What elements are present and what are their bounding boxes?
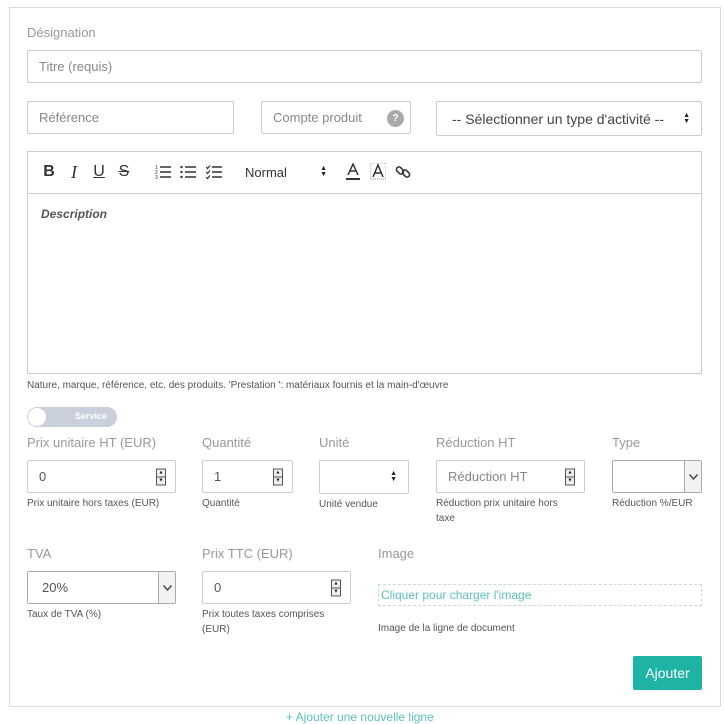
- prix-ttc-help-line1: Prix toutes taxes comprises: [202, 609, 325, 620]
- help-icon[interactable]: ?: [387, 110, 404, 127]
- quantite-label: Quantité: [202, 435, 252, 450]
- compte-produit-placeholder: Compte produit: [273, 110, 362, 125]
- tva-help: Taux de TVA (%): [27, 609, 102, 620]
- spinner-icon[interactable]: ▲ ▼: [156, 468, 166, 485]
- title-input[interactable]: Titre (requis): [27, 50, 702, 83]
- select-arrows-icon: ▲ ▼: [683, 111, 690, 125]
- description-help: Nature, marque, référence, etc. des prod…: [27, 380, 449, 391]
- spinner-icon[interactable]: ▲ ▼: [565, 468, 575, 485]
- image-label: Image: [378, 546, 415, 561]
- prix-ttc-value: 0: [214, 580, 222, 595]
- editor-toolbar: B I U S 123 Normal ▲ ▼: [28, 152, 701, 194]
- chevron-down-icon: [684, 461, 701, 492]
- prix-ttc-input[interactable]: 0 ▲ ▼: [202, 571, 351, 604]
- link-icon[interactable]: [394, 164, 412, 180]
- ordered-list-icon[interactable]: 123: [154, 164, 172, 180]
- text-color-icon[interactable]: [344, 163, 362, 180]
- reduction-label: Réduction HT: [436, 435, 516, 450]
- designation-label: Désignation: [27, 25, 96, 40]
- activity-type-value: -- Sélectionner un type d'activité --: [452, 110, 664, 127]
- strike-icon[interactable]: S: [115, 163, 133, 180]
- reduction-help-line1: Réduction prix unitaire hors: [436, 498, 558, 509]
- prix-ttc-help: Prix toutes taxes comprises (EUR): [202, 607, 324, 637]
- reduction-help: Réduction prix unitaire hors taxe: [436, 496, 558, 526]
- spinner-icon[interactable]: ▲ ▼: [273, 468, 283, 485]
- tva-value: 20%: [42, 580, 69, 595]
- chevron-down-icon: [158, 572, 175, 603]
- reference-input[interactable]: Référence: [27, 101, 234, 134]
- type-label: Type: [612, 435, 641, 450]
- reduction-placeholder: Réduction HT: [448, 469, 528, 484]
- prix-unitaire-help: Prix unitaire hors taxes (EUR): [27, 498, 160, 509]
- image-upload-link[interactable]: Cliquer pour charger l'image: [378, 584, 702, 606]
- select-arrows-icon: ▲ ▼: [390, 470, 397, 483]
- bullet-list-icon[interactable]: [179, 164, 197, 180]
- compte-produit-input[interactable]: Compte produit ?: [261, 101, 411, 134]
- prix-unitaire-input[interactable]: 0 ▲ ▼: [27, 460, 176, 493]
- svg-text:3: 3: [155, 175, 158, 180]
- bold-icon[interactable]: B: [40, 163, 58, 180]
- toggle-knob: [28, 408, 46, 426]
- reduction-input[interactable]: Réduction HT ▲ ▼: [436, 460, 585, 493]
- reduction-help-line2: taxe: [436, 513, 455, 524]
- spinner-icon[interactable]: ▲ ▼: [331, 579, 341, 596]
- prix-ttc-label: Prix TTC (EUR): [202, 546, 293, 561]
- prix-unitaire-label: Prix unitaire HT (EUR): [27, 435, 157, 450]
- activity-type-select[interactable]: -- Sélectionner un type d'activité -- ▲ ▼: [436, 101, 702, 136]
- unite-select[interactable]: ▲ ▼: [319, 460, 409, 494]
- description-placeholder[interactable]: Description: [41, 207, 107, 221]
- tva-select[interactable]: 20%: [27, 571, 176, 604]
- quantite-help: Quantité: [202, 498, 240, 509]
- underline-icon[interactable]: U: [90, 163, 108, 180]
- unite-help: Unité vendue: [319, 499, 378, 510]
- prix-ttc-help-line2: (EUR): [202, 624, 230, 635]
- image-help: Image de la ligne de document: [378, 623, 515, 634]
- quantite-input[interactable]: 1 ▲ ▼: [202, 460, 293, 493]
- ajouter-button[interactable]: Ajouter: [633, 656, 702, 690]
- unite-label: Unité: [319, 435, 350, 450]
- select-arrows-icon: ▲ ▼: [320, 165, 327, 178]
- italic-icon[interactable]: I: [65, 162, 83, 182]
- service-toggle[interactable]: Service: [27, 407, 117, 427]
- description-editor: B I U S 123 Normal ▲ ▼ Description: [27, 151, 702, 374]
- toggle-label: Service: [75, 411, 108, 421]
- type-help: Réduction %/EUR: [612, 498, 693, 509]
- type-select[interactable]: [612, 460, 702, 493]
- tva-label: TVA: [27, 546, 52, 561]
- prix-unitaire-value: 0: [39, 469, 47, 484]
- background-color-icon[interactable]: [369, 163, 387, 180]
- check-list-icon[interactable]: [205, 164, 223, 180]
- heading-select[interactable]: Normal ▲ ▼: [245, 163, 327, 181]
- quantite-value: 1: [214, 469, 222, 484]
- heading-select-value: Normal: [245, 164, 287, 180]
- add-line-link[interactable]: + Ajouter une nouvelle ligne: [286, 710, 434, 724]
